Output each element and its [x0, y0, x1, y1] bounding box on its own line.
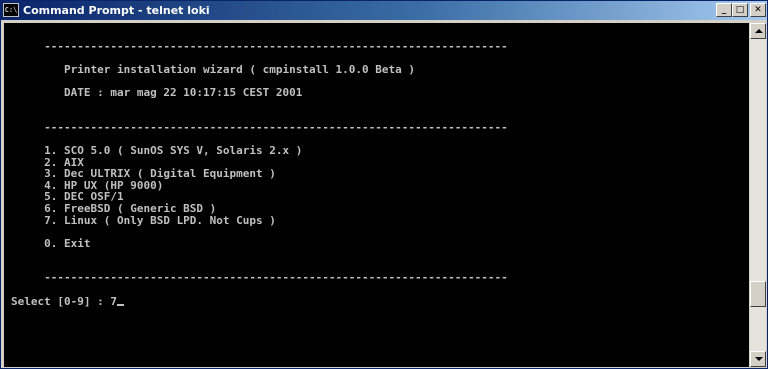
cmd-icon[interactable]: C:\	[3, 3, 19, 17]
console-area[interactable]: ----------------------------------------…	[4, 23, 749, 367]
scroll-thumb[interactable]	[750, 281, 766, 307]
terminal-output: ----------------------------------------…	[11, 29, 508, 307]
vertical-scrollbar[interactable]	[750, 23, 766, 367]
terminal-line: 0. Exit	[11, 236, 91, 250]
minimize-button[interactable]: _	[716, 3, 732, 17]
terminal-line: 6. FreeBSD ( Generic BSD )	[11, 201, 217, 215]
arrow-up-icon	[755, 29, 763, 33]
arrow-down-icon	[755, 357, 763, 361]
terminal-line: Printer installation wizard ( cmpinstall…	[11, 62, 415, 76]
terminal-line: Select [0-9] : 7	[11, 296, 508, 308]
terminal-line: 1. SCO 5.0 ( SunOS SYS V, Solaris 2.x )	[11, 143, 303, 157]
terminal-line: ----------------------------------------…	[11, 120, 508, 134]
terminal-line: 3. Dec ULTRIX ( Digital Equipment )	[11, 167, 276, 181]
maximize-button[interactable]: □	[732, 3, 748, 17]
terminal-line: ----------------------------------------…	[11, 271, 508, 285]
text-cursor	[116, 303, 124, 306]
terminal-line: 7. Linux ( Only BSD LPD. Not Cups )	[11, 213, 276, 227]
scroll-down-button[interactable]	[750, 351, 766, 367]
title-bar[interactable]: C:\ Command Prompt - telnet loki _ □ ✕	[1, 1, 767, 20]
window-title: Command Prompt - telnet loki	[23, 4, 210, 17]
command-prompt-window: C:\ Command Prompt - telnet loki _ □ ✕ -…	[0, 0, 768, 369]
close-button[interactable]: ✕	[750, 3, 766, 17]
scroll-up-button[interactable]	[750, 23, 766, 39]
terminal-line: ----------------------------------------…	[11, 39, 508, 53]
terminal-line: DATE : mar mag 22 10:17:15 CEST 2001	[11, 85, 303, 99]
